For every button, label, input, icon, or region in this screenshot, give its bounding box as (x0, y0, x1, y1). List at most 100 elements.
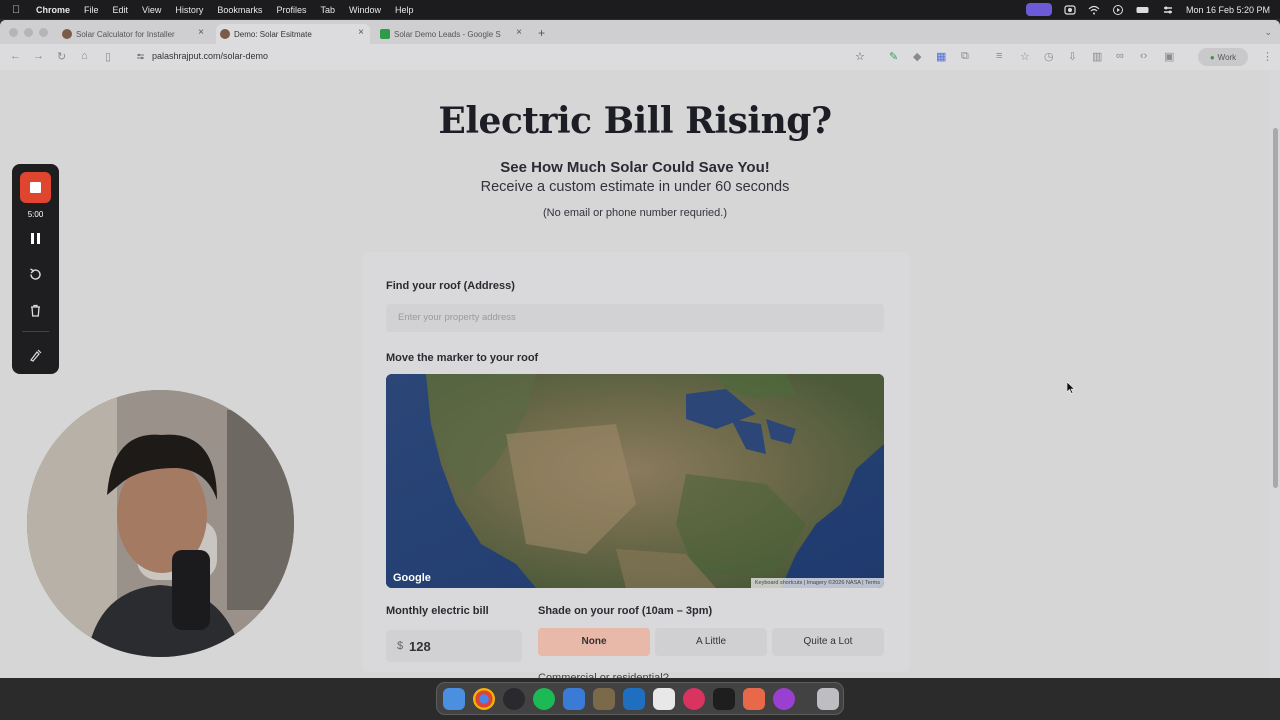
shade-option-quite-a-lot[interactable]: Quite a Lot (772, 628, 884, 656)
favorite-icon[interactable]: ☆ (1020, 50, 1030, 63)
site-info-icon[interactable] (136, 52, 145, 61)
wifi-icon[interactable] (1088, 5, 1100, 15)
home-icon[interactable]: ⌂ (81, 50, 88, 62)
window-controls (9, 28, 48, 37)
reading-list-icon[interactable]: ≡ (996, 50, 1002, 62)
menu-app-name[interactable]: Chrome (36, 5, 70, 15)
claude-icon[interactable] (743, 688, 765, 710)
music-icon[interactable] (683, 688, 705, 710)
finder-icon[interactable] (443, 688, 465, 710)
control-center-icon[interactable] (1162, 5, 1174, 15)
stop-recording-button[interactable] (20, 172, 51, 203)
minimize-window-button[interactable] (24, 28, 33, 37)
menu-help[interactable]: Help (395, 5, 414, 15)
tab-solar-calculator[interactable]: Solar Calculator for Installer × (58, 24, 210, 44)
page-headline: Electric Bill Rising? (438, 100, 832, 142)
page-scrollbar[interactable] (1270, 70, 1280, 678)
pause-icon[interactable] (28, 231, 43, 246)
browser-toolbar: ← → ↻ ⌂ ▯ palashrajput.com/solar-demo ☆ … (0, 44, 1280, 70)
menu-file[interactable]: File (84, 5, 99, 15)
new-tab-button[interactable]: + (538, 26, 545, 40)
close-window-button[interactable] (9, 28, 18, 37)
sheets-favicon-icon (380, 29, 390, 39)
code-icon[interactable]: ‹› (1140, 50, 1147, 62)
tab-title: Solar Demo Leads - Google S (394, 29, 501, 39)
pen-extension-icon[interactable]: ✎ (889, 50, 898, 63)
sidebar-icon[interactable]: ▯ (105, 50, 111, 63)
address-input[interactable]: Enter your property address (386, 304, 884, 332)
zoom-window-button[interactable] (39, 28, 48, 37)
next-question-partial: Commercial or residential? (538, 672, 669, 678)
tab-title: Solar Calculator for Installer (76, 29, 175, 39)
figma-icon[interactable] (713, 688, 735, 710)
history-icon[interactable]: ◷ (1044, 50, 1054, 63)
menu-view[interactable]: View (142, 5, 161, 15)
leaf-icon: ● (1209, 52, 1215, 62)
menu-history[interactable]: History (175, 5, 203, 15)
mouse-cursor-icon (1067, 382, 1075, 394)
back-icon[interactable]: ← (10, 50, 21, 62)
shade-option-none[interactable]: None (538, 628, 650, 656)
link-icon[interactable]: ∞ (1116, 50, 1124, 62)
page-subheadline: See How Much Solar Could Save You! (500, 159, 770, 176)
puzzle-extension-icon[interactable]: ⧉ (961, 50, 969, 63)
tab-close-icon[interactable]: × (198, 27, 204, 38)
vscode-icon[interactable] (623, 688, 645, 710)
menu-tab[interactable]: Tab (320, 5, 335, 15)
tab-close-icon[interactable]: × (358, 27, 364, 38)
monthly-bill-input[interactable]: $ 128 (386, 630, 522, 662)
map-label: Move the marker to your roof (386, 352, 539, 364)
recording-timer: 5:00 (27, 210, 44, 219)
record-status-icon[interactable] (1064, 4, 1076, 15)
bill-label: Monthly electric bill (386, 605, 489, 617)
tab-title: Demo: Solar Esitmate (234, 29, 312, 39)
estimate-form-card: Find your roof (Address) Enter your prop… (362, 252, 910, 678)
menubar-clock[interactable]: Mon 16 Feb 5:20 PM (1186, 5, 1270, 15)
apple-icon[interactable]:  (12, 4, 26, 16)
spotify-icon[interactable] (533, 688, 555, 710)
profile-button[interactable]: ● Work (1198, 48, 1248, 66)
menu-dots-icon[interactable]: ⋮ (1262, 50, 1273, 63)
menu-edit[interactable]: Edit (113, 5, 129, 15)
safari-icon[interactable] (503, 688, 525, 710)
map-attribution[interactable]: Keyboard shortcuts | Imagery ©2026 NASA … (750, 578, 884, 588)
webcam-bubble[interactable] (27, 390, 294, 657)
notes-icon[interactable] (653, 688, 675, 710)
menu-window[interactable]: Window (349, 5, 381, 15)
tab-search-icon[interactable]: ⌄ (1264, 27, 1272, 38)
forward-icon[interactable]: → (33, 50, 44, 62)
tab-demo-solar-estimate[interactable]: Demo: Solar Esitmate × (216, 24, 370, 44)
toolbar-divider (22, 331, 49, 332)
tab-solar-demo-leads[interactable]: Solar Demo Leads - Google S × (376, 24, 528, 44)
scrollbar-thumb[interactable] (1273, 128, 1278, 488)
power-app-icon[interactable] (773, 688, 795, 710)
screen-share-icon[interactable] (1025, 3, 1052, 16)
tab-groups-icon[interactable]: ▣ (1164, 50, 1174, 63)
address-label: Find your roof (Address) (386, 280, 515, 292)
draw-annotation-icon[interactable] (28, 348, 43, 363)
satellite-map[interactable]: Google Keyboard shortcuts | Imagery ©202… (386, 374, 884, 588)
avatar-favicon-icon (62, 29, 72, 39)
download-icon[interactable]: ⇩ (1068, 50, 1077, 63)
menu-profiles[interactable]: Profiles (276, 5, 306, 15)
trash-icon[interactable] (817, 688, 839, 710)
app-store-icon[interactable] (563, 688, 585, 710)
restart-icon[interactable] (28, 267, 43, 282)
extension-icon[interactable]: ◆ (913, 50, 921, 63)
address-bar[interactable]: palashrajput.com/solar-demo (152, 51, 268, 61)
tab-close-icon[interactable]: × (516, 27, 522, 38)
trash-extension-icon[interactable]: ▥ (1092, 50, 1102, 63)
reload-icon[interactable]: ↻ (57, 50, 66, 63)
shade-option-a-little[interactable]: A Little (655, 628, 767, 656)
bookmark-star-icon[interactable]: ☆ (855, 50, 865, 63)
dock (436, 682, 844, 715)
menu-bar:  Chrome File Edit View History Bookmark… (0, 0, 1280, 19)
calendar-extension-icon[interactable]: ▦ (936, 50, 946, 63)
menu-bookmarks[interactable]: Bookmarks (217, 5, 262, 15)
delete-recording-icon[interactable] (28, 303, 43, 318)
vlc-icon[interactable] (593, 688, 615, 710)
chrome-icon[interactable] (473, 688, 495, 710)
map-imagery (386, 374, 884, 588)
tab-strip: Solar Calculator for Installer × Demo: S… (0, 20, 1280, 44)
play-icon[interactable] (1112, 4, 1124, 15)
